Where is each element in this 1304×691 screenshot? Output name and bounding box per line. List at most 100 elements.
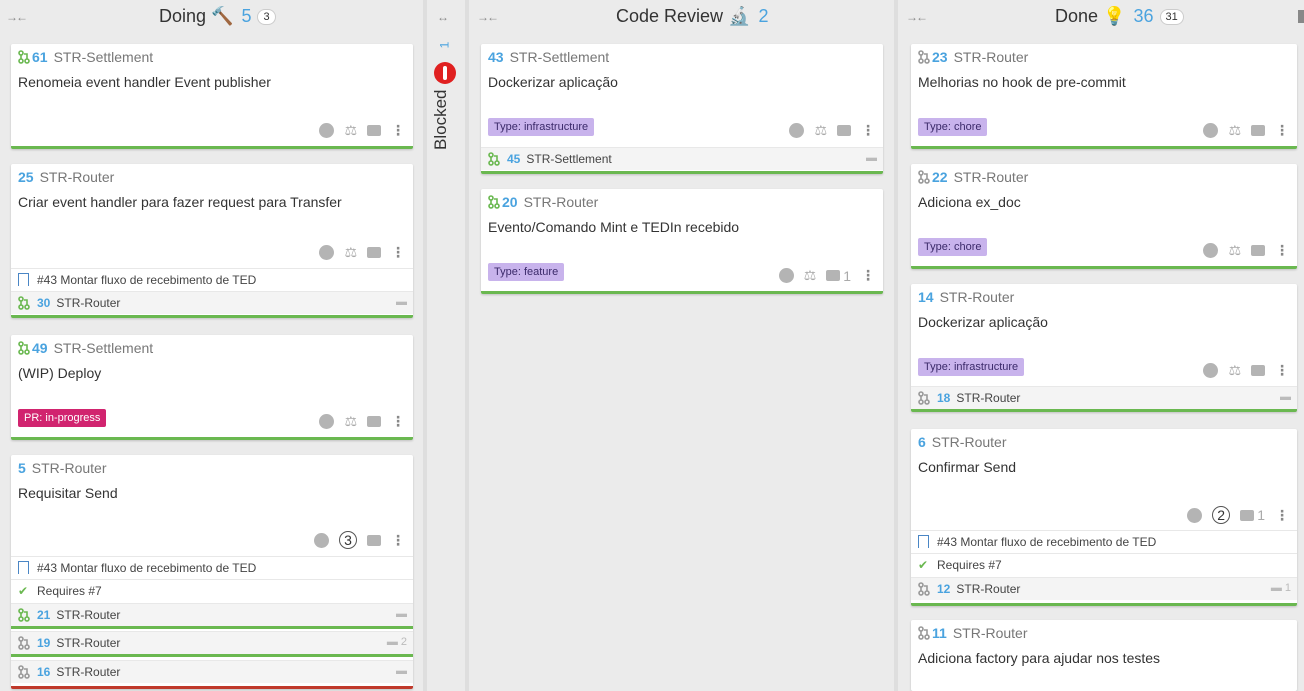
card-title[interactable]: Requisitar Send [18,485,118,501]
collapse-icon[interactable]: →← [906,10,928,24]
card-label[interactable]: Type: chore [918,118,988,136]
card-repo[interactable]: STR-Settlement [54,49,154,65]
more-icon[interactable]: ⋮ [1275,362,1289,379]
card-label[interactable]: Type: infrastructure [488,118,595,136]
card-number[interactable]: 14 [918,289,934,305]
github-icon[interactable] [319,245,335,261]
more-icon[interactable]: ⋮ [1275,507,1289,524]
scale-icon[interactable]: ⚖ [1228,242,1241,259]
card-repo[interactable]: STR-Router [954,49,1029,65]
scale-icon[interactable]: ⚖ [344,413,357,430]
linked-issue-title[interactable]: #43 Montar fluxo de recebimento de TED [37,561,256,575]
github-icon[interactable] [319,414,335,430]
more-icon[interactable]: ⋮ [391,122,405,139]
card[interactable]: 11 STR-Router Adiciona factory para ajuda… [911,620,1297,691]
github-icon[interactable] [319,123,335,139]
card-title[interactable]: Adiciona ex_doc [918,194,1021,210]
linked-pr[interactable]: 18 STR-Router ▬ [911,386,1297,409]
comment-icon[interactable] [837,125,851,137]
card-number[interactable]: 20 [502,194,518,210]
card-repo[interactable]: STR-Router [32,460,107,476]
card-number[interactable]: 5 [18,460,26,476]
comment-icon[interactable] [367,247,381,259]
linked-pr-text[interactable]: 12 STR-Router [937,582,1020,596]
linked-pr-number[interactable]: 16 [37,665,50,679]
linked-issue[interactable]: #43 Montar fluxo de recebimento de TED [911,530,1297,553]
more-icon[interactable]: ⋮ [861,122,875,139]
card-repo[interactable]: STR-Router [40,169,115,185]
more-icon[interactable]: ⋮ [391,532,405,549]
linked-pr-number[interactable]: 12 [937,582,950,596]
scale-icon[interactable]: ⚖ [344,244,357,261]
comment-icon[interactable] [1251,365,1265,377]
github-icon[interactable] [1203,363,1219,379]
card-number[interactable]: 11 [932,625,947,641]
linked-pr-text[interactable]: 21 STR-Router [37,608,120,622]
column-blocked[interactable]: ↔ 1 Blocked [427,0,465,691]
comment-icon[interactable]: ▬ [396,665,407,677]
comment-icon[interactable] [367,534,381,546]
comment-icon[interactable]: ▬ [396,296,407,308]
comment-icon[interactable] [1251,245,1265,257]
card-number[interactable]: 25 [18,169,34,185]
github-icon[interactable] [1187,507,1203,523]
linked-pr-text[interactable]: 19 STR-Router [37,636,120,650]
card-number[interactable]: 43 [488,49,504,65]
linked-pr[interactable]: 30 STR-Router ▬ [11,291,413,314]
card-repo[interactable]: STR-Settlement [54,340,154,356]
card[interactable]: 6 STR-Router Confirmar Send 2 1 ⋮ #43 Monta… [911,429,1297,606]
card-title[interactable]: Criar event handler para fazer request p… [18,194,342,210]
linked-pr[interactable]: 45 STR-Settlement ▬ [481,147,883,170]
card[interactable]: 20 STR-Router Evento/Comando Mint e TEDIn… [481,189,883,294]
comment-count[interactable]: 1 [843,268,851,284]
github-icon[interactable] [789,123,805,139]
card-title[interactable]: Dockerizar aplicação [488,74,618,90]
review-count[interactable]: 3 [339,531,357,549]
more-icon[interactable]: ⋮ [1275,242,1289,259]
card-number[interactable]: 6 [918,434,926,450]
more-icon[interactable]: ⋮ [861,267,875,284]
card-title[interactable]: (WIP) Deploy [18,365,101,381]
card-title[interactable]: Melhorias no hook de pre-commit [918,74,1126,90]
github-icon[interactable] [1203,123,1219,139]
card-label[interactable]: Type: infrastructure [918,358,1025,376]
card-label[interactable]: Type: feature [488,263,565,281]
github-icon[interactable] [778,268,794,284]
comment-icon[interactable]: ▬ [866,152,877,164]
linked-pr[interactable]: 16 STR-Router ▬ [11,660,413,683]
linked-issue-title[interactable]: #43 Montar fluxo de recebimento de TED [37,273,256,287]
scale-icon[interactable]: ⚖ [344,122,357,139]
scale-icon[interactable]: ⚖ [1228,362,1241,379]
linked-pr[interactable]: 19 STR-Router ▬ 2 [11,631,413,657]
expand-icon[interactable]: ↔ [437,10,449,24]
comment-icon[interactable]: ▬ [1280,391,1291,403]
card-number[interactable]: 23 [932,49,948,65]
more-icon[interactable]: ⋮ [391,413,405,430]
card-repo[interactable]: STR-Router [932,434,1007,450]
linked-pr-number[interactable]: 19 [37,636,50,650]
comment-icon[interactable]: ▬ [396,608,407,620]
card-title[interactable]: Renomeia event handler Event publisher [18,74,271,90]
collapse-icon[interactable]: →← [6,10,28,24]
more-icon[interactable]: ⋮ [391,244,405,261]
linked-pr-number[interactable]: 45 [507,152,520,166]
column-title[interactable]: Blocked [431,90,451,150]
card[interactable]: 5 STR-Router Requisitar Send 3 ⋮ #43 Monta… [11,455,413,689]
linked-pr-number[interactable]: 18 [937,391,950,405]
card-title[interactable]: Evento/Comando Mint e TEDIn recebido [488,219,739,235]
comment-count[interactable]: ▬ 1 [1271,582,1291,594]
card-label[interactable]: PR: in-progress [18,409,107,427]
scale-icon[interactable]: ⚖ [1228,122,1241,139]
more-icon[interactable]: ⋮ [1275,122,1289,139]
comment-count[interactable]: ▬ 2 [387,636,407,648]
comment-icon[interactable] [367,416,381,428]
linked-issue[interactable]: #43 Montar fluxo de recebimento de TED [11,268,413,291]
trash-icon[interactable] [1298,10,1304,23]
card-number[interactable]: 49 [32,340,48,356]
linked-pr-text[interactable]: 30 STR-Router [37,296,120,310]
card[interactable]: 14 STR-Router Dockerizar aplicação Type: … [911,284,1297,412]
requires-text[interactable]: Requires #7 [37,584,102,598]
requires-text[interactable]: Requires #7 [937,558,1002,572]
linked-issue-title[interactable]: #43 Montar fluxo de recebimento de TED [937,535,1156,549]
card[interactable]: 22 STR-Router Adiciona ex_doc Type: chore… [911,164,1297,269]
